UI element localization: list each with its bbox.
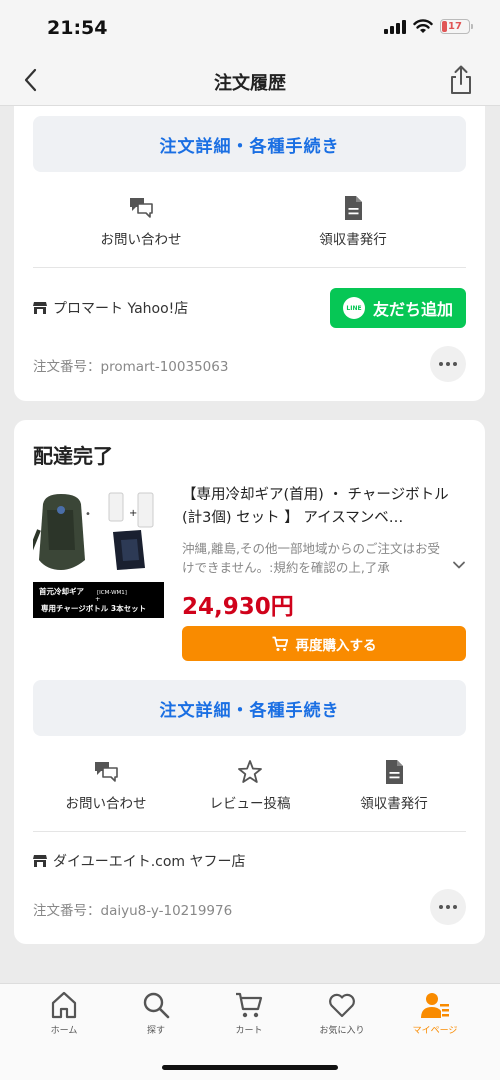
divider — [33, 831, 466, 832]
product-price: 24,930円 — [182, 594, 294, 620]
store-name: プロマート Yahoo!店 — [53, 301, 189, 317]
rebuy-label: 再度購入する — [295, 637, 377, 654]
status-time: 21:54 — [47, 17, 108, 39]
share-icon[interactable] — [448, 65, 474, 95]
product-note: 沖縄,離島,その他一部地域からのご注文はお受けできません。:規約を確認の上,了承 — [182, 541, 440, 575]
home-indicator — [162, 1065, 338, 1070]
store-link[interactable]: プロマート Yahoo!店 — [33, 298, 188, 318]
tab-search-label: 探す — [146, 1026, 165, 1036]
svg-text:•: • — [85, 509, 91, 520]
chat-icon — [95, 762, 118, 782]
delivery-status: 配達完了 — [33, 444, 113, 468]
battery-level: 17 — [448, 21, 462, 32]
order-detail-button[interactable]: 注文詳細・各種手続き — [33, 116, 466, 172]
order-card-promart: 注文詳細・各種手続き お問い合わせ 領収書発行 プロマート Yahoo!店 LI… — [14, 106, 485, 401]
chat-icon — [130, 198, 153, 218]
caption-tag: [ICM-WM1] — [97, 590, 127, 596]
product-title[interactable]: 【専用冷却ギア(首用) ・ チャージボトル (計3個) セット 】 アイスマンベ… — [182, 484, 468, 530]
divider — [33, 267, 466, 268]
tab-favorites-label: お気に入り — [319, 1026, 365, 1036]
chevron-down-icon[interactable] — [452, 558, 466, 572]
review-button[interactable]: レビュー投稿 — [175, 758, 325, 812]
wifi-icon — [413, 19, 433, 33]
product-image[interactable]: + • 首元冷却ギア [ICM-WM1] + 専用チャージボトル 3本セット — [33, 490, 164, 618]
store-name: ダイユーエイト.com ヤフー店 — [53, 854, 246, 870]
user-icon — [421, 993, 449, 1018]
more-options-button[interactable] — [430, 346, 466, 382]
tab-mypage[interactable]: マイページ — [395, 990, 475, 1036]
tab-home-label: ホーム — [50, 1026, 78, 1036]
tab-favorites[interactable]: お気に入り — [302, 990, 382, 1036]
caption-line2: 専用チャージボトル 3本セット — [41, 603, 146, 613]
status-bar: 21:54 17 — [0, 0, 500, 56]
status-indicators: 17 — [384, 19, 473, 34]
home-icon — [51, 991, 77, 1019]
store-icon — [33, 302, 47, 314]
line-button-label: 友だち追加 — [372, 300, 453, 319]
order-card-daiyu8: 配達完了 + • 首元冷却ギア [ICM-WM1] + 専用チャージボトル 3本… — [14, 420, 485, 944]
tab-cart-label: カート — [235, 1026, 263, 1036]
order-number: 注文番号：daiyu8-y-10219976 — [33, 903, 233, 919]
review-label: レビュー投稿 — [209, 796, 291, 812]
more-options-button[interactable] — [430, 889, 466, 925]
caption-plus: + — [95, 595, 100, 603]
page-title: 注文履歴 — [214, 73, 286, 94]
caption-line1: 首元冷却ギア — [39, 586, 84, 596]
receipt-button[interactable]: 領収書発行 — [319, 758, 469, 812]
tab-cart[interactable]: カート — [209, 990, 289, 1036]
order-number: 注文番号：promart-10035063 — [33, 359, 229, 375]
tab-mypage-label: マイページ — [412, 1026, 458, 1036]
search-icon — [143, 992, 170, 1019]
order-detail-button[interactable]: 注文詳細・各種手続き — [33, 680, 466, 736]
receipt-button[interactable]: 領収書発行 — [278, 194, 428, 248]
contact-label: お問い合わせ — [100, 232, 182, 248]
battery-icon: 17 — [440, 19, 473, 34]
store-icon — [33, 855, 47, 867]
document-icon — [386, 760, 403, 784]
line-logo-icon: LINE — [342, 297, 365, 319]
receipt-label: 領収書発行 — [360, 796, 428, 812]
rebuy-button[interactable]: 再度購入する — [182, 626, 466, 661]
contact-button[interactable]: お問い合わせ — [66, 194, 216, 248]
line-add-friend-button[interactable]: LINE 友だち追加 — [330, 288, 466, 328]
signal-icon — [384, 19, 406, 34]
svg-text:+: + — [129, 508, 137, 519]
tab-home[interactable]: ホーム — [24, 990, 104, 1036]
cart-icon — [236, 992, 263, 1018]
nav-bar: 注文履歴 — [0, 56, 500, 106]
contact-label: お問い合わせ — [65, 796, 147, 812]
receipt-label: 領収書発行 — [319, 232, 387, 248]
store-link[interactable]: ダイユーエイト.com ヤフー店 — [33, 851, 246, 871]
document-icon — [345, 196, 362, 220]
contact-button[interactable]: お問い合わせ — [31, 758, 181, 812]
tab-search[interactable]: 探す — [116, 990, 196, 1036]
heart-icon — [329, 993, 355, 1018]
cart-icon — [272, 636, 288, 651]
star-icon — [238, 760, 262, 783]
